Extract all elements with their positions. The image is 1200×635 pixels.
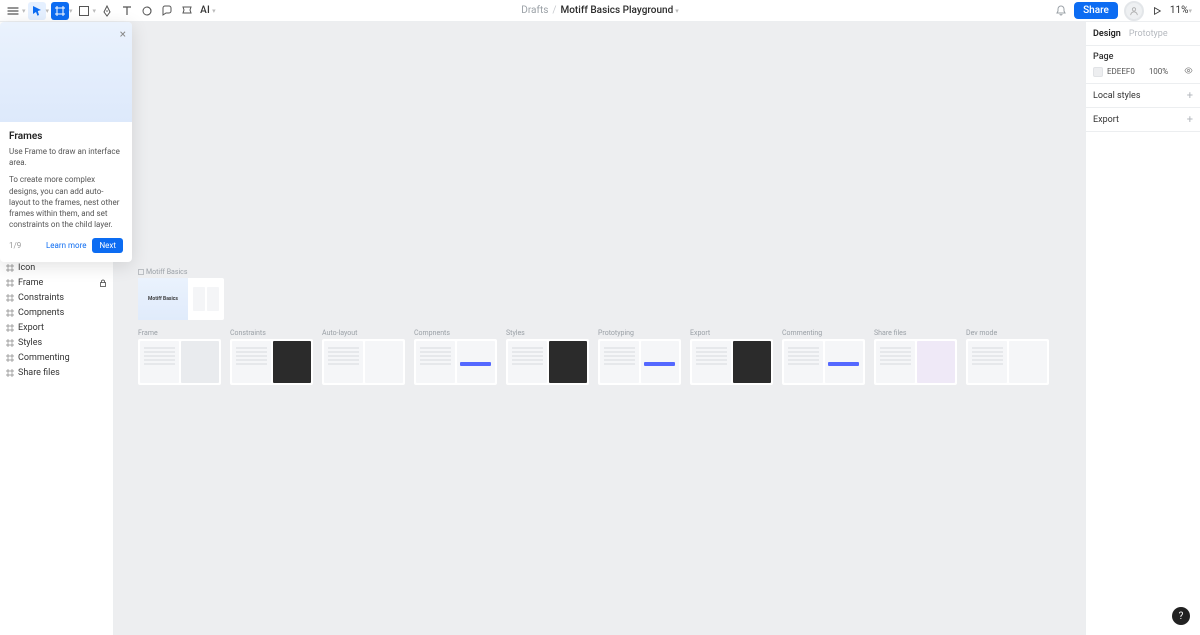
thumb-main-preview: [188, 278, 224, 320]
layer-styles[interactable]: Styles: [0, 335, 113, 350]
thumb-main-title: Motiff Basics: [138, 278, 188, 320]
zoom-level[interactable]: 11% ▾: [1170, 5, 1196, 16]
rectangle-chevron[interactable]: ▾: [93, 7, 97, 15]
local-styles-title: Local styles: [1093, 91, 1140, 101]
thumb-label: Auto-layout: [322, 329, 405, 337]
resources-tool-icon[interactable]: [138, 2, 156, 20]
canvas-thumb-devmode[interactable]: Dev mode: [966, 329, 1049, 385]
layer-label: Commenting: [18, 353, 70, 363]
thumb-label: Export: [690, 329, 773, 337]
page-section-title: Page: [1093, 52, 1193, 62]
canvas-thumb-sharefiles[interactable]: Share files: [874, 329, 957, 385]
move-tool-icon[interactable]: [28, 2, 46, 20]
next-button[interactable]: Next: [92, 238, 123, 253]
text-tool-icon[interactable]: [118, 2, 136, 20]
frame-icon: [6, 369, 14, 377]
canvas-thumb-row: Frame Constraints Auto-layout Compnents …: [138, 329, 1049, 385]
popover-title: Frames: [9, 131, 123, 142]
layer-frame[interactable]: Frame: [0, 275, 113, 290]
layer-constraints[interactable]: Constraints: [0, 290, 113, 305]
canvas-thumb-compnents[interactable]: Compnents: [414, 329, 497, 385]
thumb-label: Compnents: [414, 329, 497, 337]
notifications-icon[interactable]: [1054, 4, 1068, 18]
thumb-label: Frame: [138, 329, 221, 337]
hamburger-chevron[interactable]: ▾: [22, 7, 26, 15]
thumb-label: Prototyping: [598, 329, 681, 337]
ai-chevron[interactable]: ▾: [212, 7, 216, 15]
layer-label: Export: [18, 323, 44, 333]
add-local-style-button[interactable]: +: [1187, 90, 1193, 101]
popover-desc-2: To create more complex designs, you can …: [9, 174, 123, 230]
breadcrumb-filename[interactable]: Motiff Basics Playground: [561, 5, 674, 16]
layer-label: Icon: [18, 263, 35, 273]
frame-icon: [6, 324, 14, 332]
visibility-icon[interactable]: [1184, 66, 1193, 77]
thumb-label: Share files: [874, 329, 957, 337]
layer-export[interactable]: Export: [0, 320, 113, 335]
share-button[interactable]: Share: [1074, 2, 1118, 19]
popover-step-indicator: 1/9: [9, 241, 21, 250]
frame-icon: [6, 279, 14, 287]
frame-icon: [6, 294, 14, 302]
canvas-thumb-autolayout[interactable]: Auto-layout: [322, 329, 405, 385]
thumb-label: Styles: [506, 329, 589, 337]
thumb-label: Commenting: [782, 329, 865, 337]
canvas[interactable]: Motiff Basics Motiff Basics Frame Constr…: [114, 22, 1085, 635]
page-color-swatch[interactable]: [1093, 67, 1103, 77]
popover-preview-image: ×: [0, 22, 132, 122]
canvas-thumb-styles[interactable]: Styles: [506, 329, 589, 385]
tab-design[interactable]: Design: [1093, 29, 1121, 39]
layer-icon-frame[interactable]: Icon: [0, 260, 113, 275]
rectangle-tool-icon[interactable]: [75, 2, 93, 20]
tab-prototype[interactable]: Prototype: [1129, 29, 1168, 39]
page-color-value[interactable]: EDEEF0: [1107, 67, 1135, 76]
popover-desc-1: Use Frame to draw an interface area.: [9, 146, 123, 168]
zoom-value: 11%: [1170, 5, 1189, 16]
frame-icon: [6, 309, 14, 317]
breadcrumb-separator: /: [552, 5, 556, 16]
help-button[interactable]: ?: [1172, 607, 1190, 625]
thumb-label: Constraints: [230, 329, 313, 337]
pen-tool-icon[interactable]: [98, 2, 116, 20]
breadcrumb-root[interactable]: Drafts: [521, 5, 548, 16]
move-chevron[interactable]: ▾: [46, 7, 50, 15]
dev-mode-tool-icon[interactable]: [178, 2, 196, 20]
ai-button[interactable]: AI: [198, 5, 212, 16]
breadcrumb: Drafts / Motiff Basics Playground ▾: [521, 5, 678, 16]
breadcrumb-chevron[interactable]: ▾: [675, 7, 679, 15]
frame-icon: [6, 264, 14, 272]
layer-label: Frame: [18, 278, 43, 288]
lock-icon[interactable]: [99, 279, 107, 287]
comment-tool-icon[interactable]: [158, 2, 176, 20]
layer-compnents[interactable]: Compnents: [0, 305, 113, 320]
frame-icon: [6, 339, 14, 347]
canvas-thumb-frame[interactable]: Frame: [138, 329, 221, 385]
canvas-thumb-prototyping[interactable]: Prototyping: [598, 329, 681, 385]
page-opacity-value[interactable]: 100%: [1149, 67, 1168, 76]
learn-more-link[interactable]: Learn more: [46, 241, 86, 250]
canvas-thumb-commenting[interactable]: Commenting: [782, 329, 865, 385]
close-icon[interactable]: ×: [120, 28, 126, 40]
avatar[interactable]: [1124, 1, 1144, 21]
canvas-thumb-main[interactable]: Motiff Basics: [138, 278, 224, 320]
layer-label: Constraints: [18, 293, 64, 303]
frame-icon: [6, 354, 14, 362]
onboarding-popover: × Frames Use Frame to draw an interface …: [0, 22, 132, 262]
canvas-frame-label-main[interactable]: Motiff Basics: [138, 268, 187, 276]
present-icon[interactable]: [1150, 4, 1164, 18]
canvas-thumb-export[interactable]: Export: [690, 329, 773, 385]
layer-share-files[interactable]: Share files: [0, 365, 113, 380]
thumb-label: Dev mode: [966, 329, 1049, 337]
layer-commenting[interactable]: Commenting: [0, 350, 113, 365]
layer-label: Compnents: [18, 308, 64, 318]
zoom-chevron: ▾: [1188, 7, 1192, 15]
layer-label: Styles: [18, 338, 42, 348]
frame-chevron[interactable]: ▾: [69, 7, 73, 15]
frame-tool-icon[interactable]: [51, 2, 69, 20]
add-export-button[interactable]: +: [1187, 114, 1193, 125]
canvas-thumb-constraints[interactable]: Constraints: [230, 329, 313, 385]
hamburger-menu-icon[interactable]: [4, 2, 22, 20]
layer-label: Share files: [18, 368, 60, 378]
export-section-title: Export: [1093, 115, 1119, 125]
